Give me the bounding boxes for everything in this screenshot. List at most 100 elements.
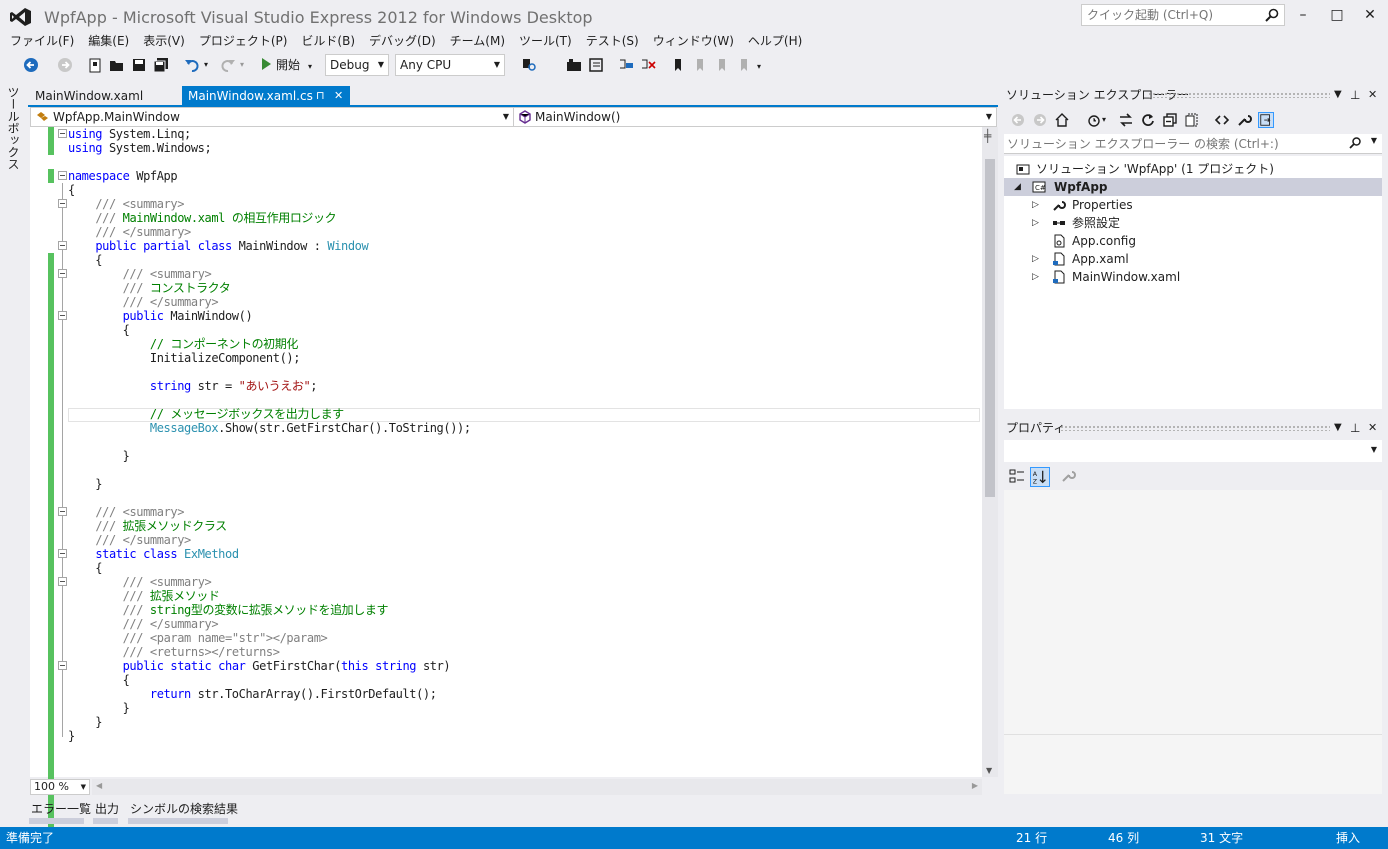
- code-line[interactable]: public partial class MainWindow : Window: [68, 239, 368, 253]
- collapse-summary-toggle[interactable]: [58, 507, 67, 516]
- collapse-using-toggle[interactable]: [58, 129, 67, 138]
- menu-debug[interactable]: デバッグ(D): [362, 32, 443, 52]
- code-line[interactable]: {: [68, 183, 75, 197]
- preview-selected-items-icon[interactable]: [1258, 112, 1274, 128]
- close-panel-icon[interactable]: ✕: [1368, 421, 1377, 434]
- collapsed-arrow-icon[interactable]: ▷: [1032, 214, 1039, 232]
- redo-dropdown-icon[interactable]: ▾: [240, 56, 258, 74]
- properties-window-icon[interactable]: [587, 56, 605, 74]
- start-debug-button[interactable]: 開始 ▾: [262, 54, 312, 76]
- indicator-margin[interactable]: [30, 127, 48, 777]
- undo-icon[interactable]: [183, 56, 201, 74]
- code-line[interactable]: }: [68, 715, 102, 729]
- alphabetical-icon[interactable]: AZ: [1030, 467, 1050, 487]
- code-line[interactable]: using System.Windows;: [68, 141, 212, 155]
- code-line[interactable]: {: [68, 673, 130, 687]
- collapse-class-toggle[interactable]: [58, 241, 67, 250]
- close-button[interactable]: ✕: [1355, 4, 1385, 26]
- collapse-method-toggle[interactable]: [58, 311, 67, 320]
- scrollbar-thumb[interactable]: [985, 159, 995, 497]
- solution-explorer-search[interactable]: ▼: [1004, 134, 1382, 154]
- expanded-arrow-icon[interactable]: ◢: [1014, 178, 1021, 196]
- window-position-icon[interactable]: ▼: [1334, 422, 1342, 433]
- menu-team[interactable]: チーム(M): [443, 32, 512, 52]
- pin-icon[interactable]: ⊥: [1350, 421, 1360, 435]
- sync-with-document-icon[interactable]: [1118, 112, 1134, 128]
- close-panel-icon[interactable]: ✕: [1368, 88, 1377, 101]
- tree-item-app-config[interactable]: App.config: [1004, 232, 1382, 250]
- tab-output[interactable]: 出力: [93, 800, 119, 824]
- open-file-icon[interactable]: [108, 56, 126, 74]
- show-all-files-icon[interactable]: [1184, 112, 1200, 128]
- collapse-summary-toggle[interactable]: [58, 269, 67, 278]
- solution-platform-select[interactable]: Any CPU ▼: [395, 54, 505, 76]
- clear-bookmarks-icon[interactable]: [735, 56, 753, 74]
- tab-error-list[interactable]: エラー一覧: [29, 800, 91, 824]
- minimize-button[interactable]: –: [1288, 4, 1318, 26]
- back-icon[interactable]: [1010, 112, 1026, 128]
- code-line[interactable]: return str.ToCharArray().FirstOrDefault(…: [68, 687, 437, 701]
- tree-item-project[interactable]: ◢ C# WpfApp: [1004, 178, 1382, 196]
- code-line[interactable]: namespace WpfApp: [68, 169, 178, 183]
- chevron-down-icon[interactable]: ▾: [1102, 112, 1118, 128]
- scroll-left-icon[interactable]: ◀: [96, 781, 102, 790]
- code-line[interactable]: }: [68, 701, 130, 715]
- menu-tools[interactable]: ツール(T): [512, 32, 579, 52]
- new-project-icon[interactable]: [86, 56, 104, 74]
- forward-icon[interactable]: [1032, 112, 1048, 128]
- member-dropdown[interactable]: MainWindow() ▼: [515, 108, 996, 126]
- menu-test[interactable]: テスト(S): [579, 32, 646, 52]
- code-line[interactable]: public static char GetFirstChar(this str…: [68, 659, 451, 673]
- menu-window[interactable]: ウィンドウ(W): [646, 32, 741, 52]
- chevron-down-icon[interactable]: ▼: [1371, 136, 1377, 145]
- code-line[interactable]: }: [68, 449, 130, 463]
- tree-item-properties[interactable]: ▷ Properties: [1004, 196, 1382, 214]
- code-line[interactable]: /// </summary>: [68, 617, 219, 631]
- solution-configuration-select[interactable]: Debug ▼: [325, 54, 389, 76]
- zoom-select[interactable]: 100 % ▼: [30, 779, 90, 795]
- scroll-right-icon[interactable]: ▶: [972, 781, 978, 790]
- code-line[interactable]: using System.Linq;: [68, 127, 191, 141]
- type-dropdown[interactable]: WpfApp.MainWindow ▼: [31, 108, 514, 126]
- properties-object-select[interactable]: ▼: [1004, 440, 1382, 462]
- refresh-icon[interactable]: [1140, 112, 1156, 128]
- tree-item-mainwindow-xaml[interactable]: ▷ MainWindow.xaml: [1004, 268, 1382, 286]
- code-line[interactable]: }: [68, 477, 102, 491]
- code-line[interactable]: /// <summary>: [68, 575, 212, 589]
- code-line[interactable]: /// コンストラクタ: [68, 281, 231, 295]
- view-code-icon[interactable]: [1214, 112, 1230, 128]
- vertical-scrollbar[interactable]: ╪ ▼: [982, 127, 998, 777]
- toolbox-tab[interactable]: ツールボックス: [5, 86, 22, 170]
- code-line[interactable]: string str = "あいうえお";: [68, 379, 318, 393]
- tree-item-solution[interactable]: ソリューション 'WpfApp' (1 プロジェクト): [1004, 160, 1382, 178]
- pin-icon[interactable]: ⊓: [316, 86, 325, 106]
- menu-build[interactable]: ビルド(B): [294, 32, 362, 52]
- toolbar-overflow-icon[interactable]: ▾: [757, 56, 775, 74]
- uncomment-icon[interactable]: [639, 56, 657, 74]
- code-line[interactable]: /// </summary>: [68, 225, 191, 239]
- code-line[interactable]: // コンポーネントの初期化: [68, 337, 298, 351]
- back-icon[interactable]: [22, 56, 40, 74]
- tab-find-symbol-results[interactable]: シンボルの検索結果: [128, 800, 238, 824]
- close-tab-icon[interactable]: ✕: [334, 86, 343, 106]
- collapse-summary-toggle[interactable]: [58, 577, 67, 586]
- code-line[interactable]: /// <summary>: [68, 267, 212, 281]
- window-position-icon[interactable]: ▼: [1334, 89, 1342, 100]
- code-line[interactable]: {: [68, 323, 130, 337]
- menu-help[interactable]: ヘルプ(H): [741, 32, 809, 52]
- solution-explorer-search-input[interactable]: [1004, 134, 1344, 153]
- menu-file[interactable]: ファイル(F): [3, 32, 81, 52]
- code-line[interactable]: /// 拡張メソッドクラス: [68, 519, 227, 533]
- tab-mainwindow-xaml-cs[interactable]: MainWindow.xaml.cs ⊓ ✕: [182, 86, 350, 106]
- menu-view[interactable]: 表示(V): [136, 32, 192, 52]
- code-line[interactable]: {: [68, 253, 102, 267]
- collapse-method-toggle[interactable]: [58, 661, 67, 670]
- previous-bookmark-icon[interactable]: [691, 56, 709, 74]
- code-text-area[interactable]: using System.Linq; using System.Windows; n…: [54, 127, 982, 777]
- code-line[interactable]: {: [68, 561, 102, 575]
- search-icon[interactable]: [1264, 7, 1280, 23]
- quick-launch-input[interactable]: [1082, 5, 1262, 25]
- code-line[interactable]: InitializeComponent();: [68, 351, 301, 365]
- comment-out-icon[interactable]: [617, 56, 635, 74]
- find-in-files-icon[interactable]: [520, 56, 538, 74]
